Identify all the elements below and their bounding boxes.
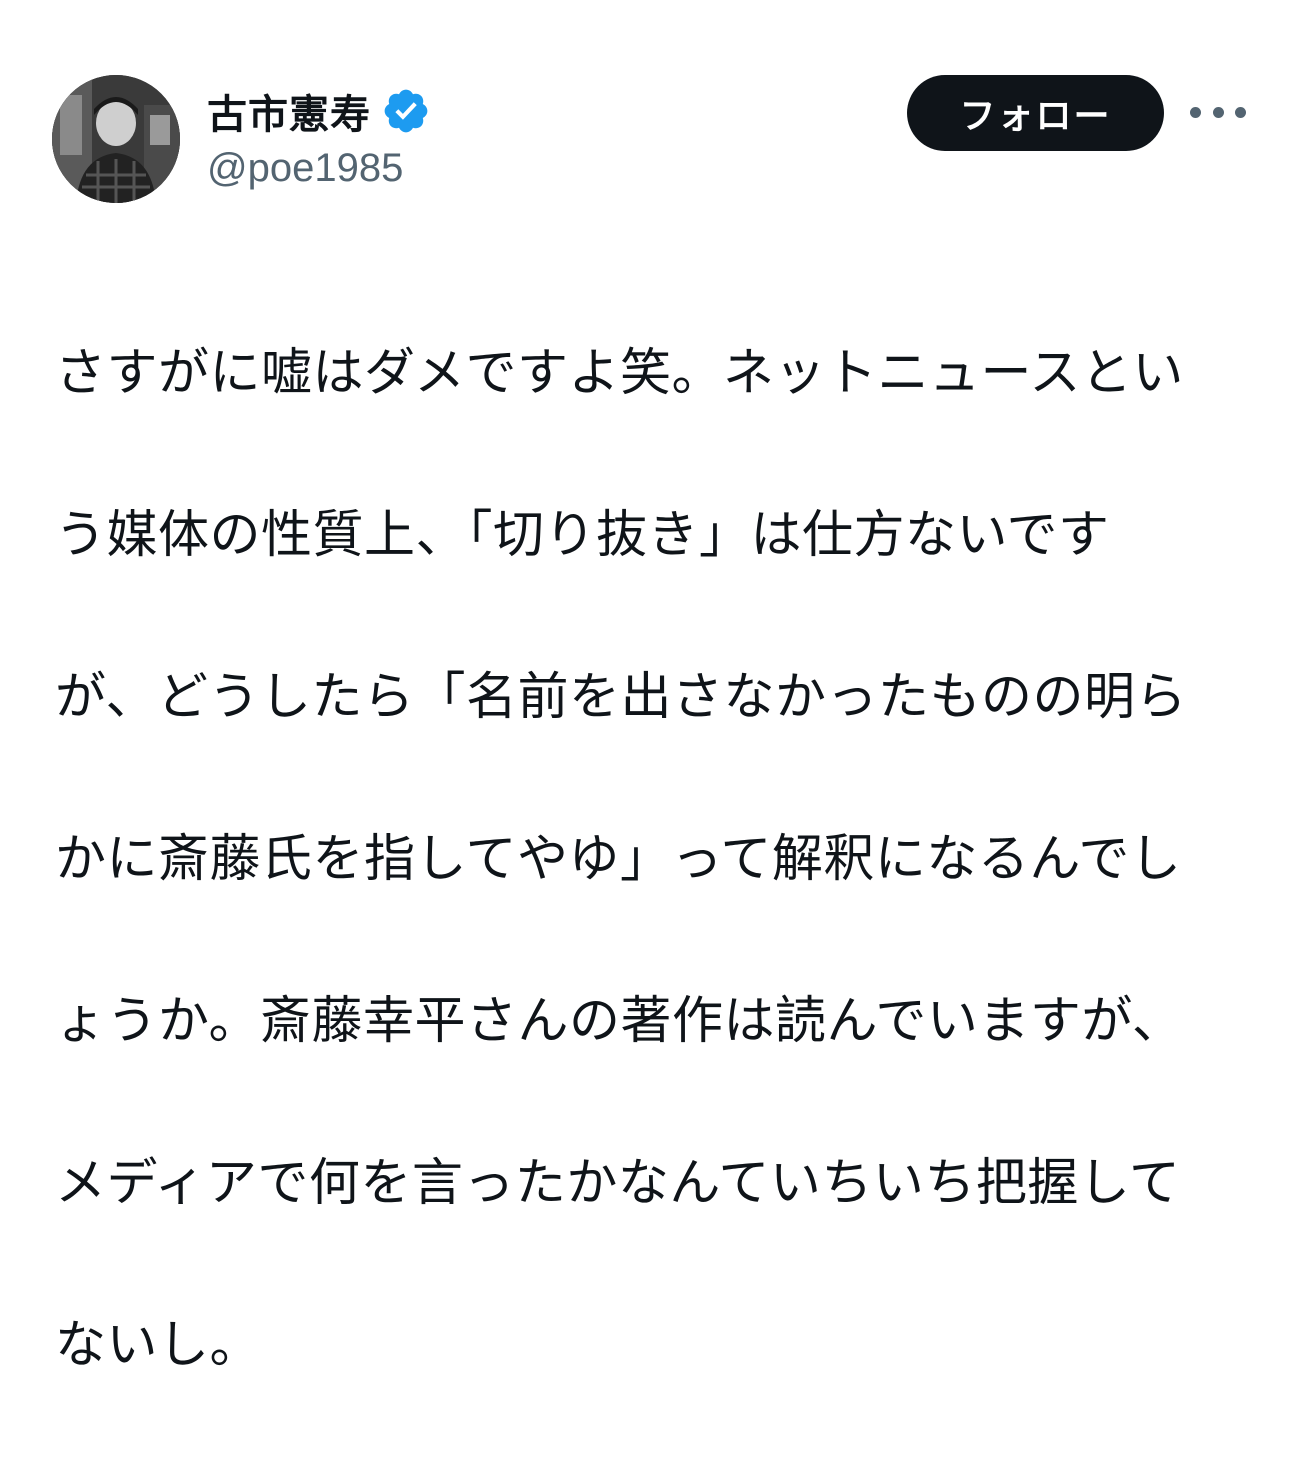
tweet-text-line: メディアで何を言ったかなんていちいち把握して xyxy=(55,1154,1181,1213)
tweet-text-line: さすがに嘘はダメですよ笑。ネットニュースとい xyxy=(55,344,1184,403)
avatar[interactable] xyxy=(52,75,180,203)
display-name[interactable]: 古市憲寿 xyxy=(207,82,371,140)
avatar-photo xyxy=(52,75,180,203)
tweet-text-line: う媒体の性質上、「切り抜き」は仕方ないです xyxy=(55,506,1110,565)
tweet-text-line: かに斎藤氏を指してやゆ」って解釈になるんでし xyxy=(55,830,1182,889)
more-dot xyxy=(1212,106,1224,118)
user-handle[interactable]: @poe1985 xyxy=(207,146,431,191)
tweet-card: 古市憲寿 @poe1985 フォロー さすがに嘘はダメですよ笑。ネットニュースと… xyxy=(0,0,1300,1375)
follow-button[interactable]: フォロー xyxy=(907,75,1164,151)
tweet-text-line: ないし。 xyxy=(55,1316,262,1375)
tweet-text-line: が、どうしたら「名前を出さなかったものの明ら xyxy=(55,668,1187,727)
tweet-text-line: ょうか。斎藤幸平さんの著作は読んでいますが、 xyxy=(55,992,1184,1051)
tweet-text: さすがに嘘はダメですよ笑。ネットニュースとい う媒体の性質上、「切り抜き」は仕方… xyxy=(55,252,1255,1467)
verified-badge-icon xyxy=(381,86,431,136)
name-row: 古市憲寿 xyxy=(207,80,431,142)
author-info: 古市憲寿 @poe1985 xyxy=(207,80,431,191)
more-dot xyxy=(1235,106,1246,118)
more-horizontal-icon[interactable] xyxy=(1190,92,1246,132)
more-dot xyxy=(1190,106,1201,118)
